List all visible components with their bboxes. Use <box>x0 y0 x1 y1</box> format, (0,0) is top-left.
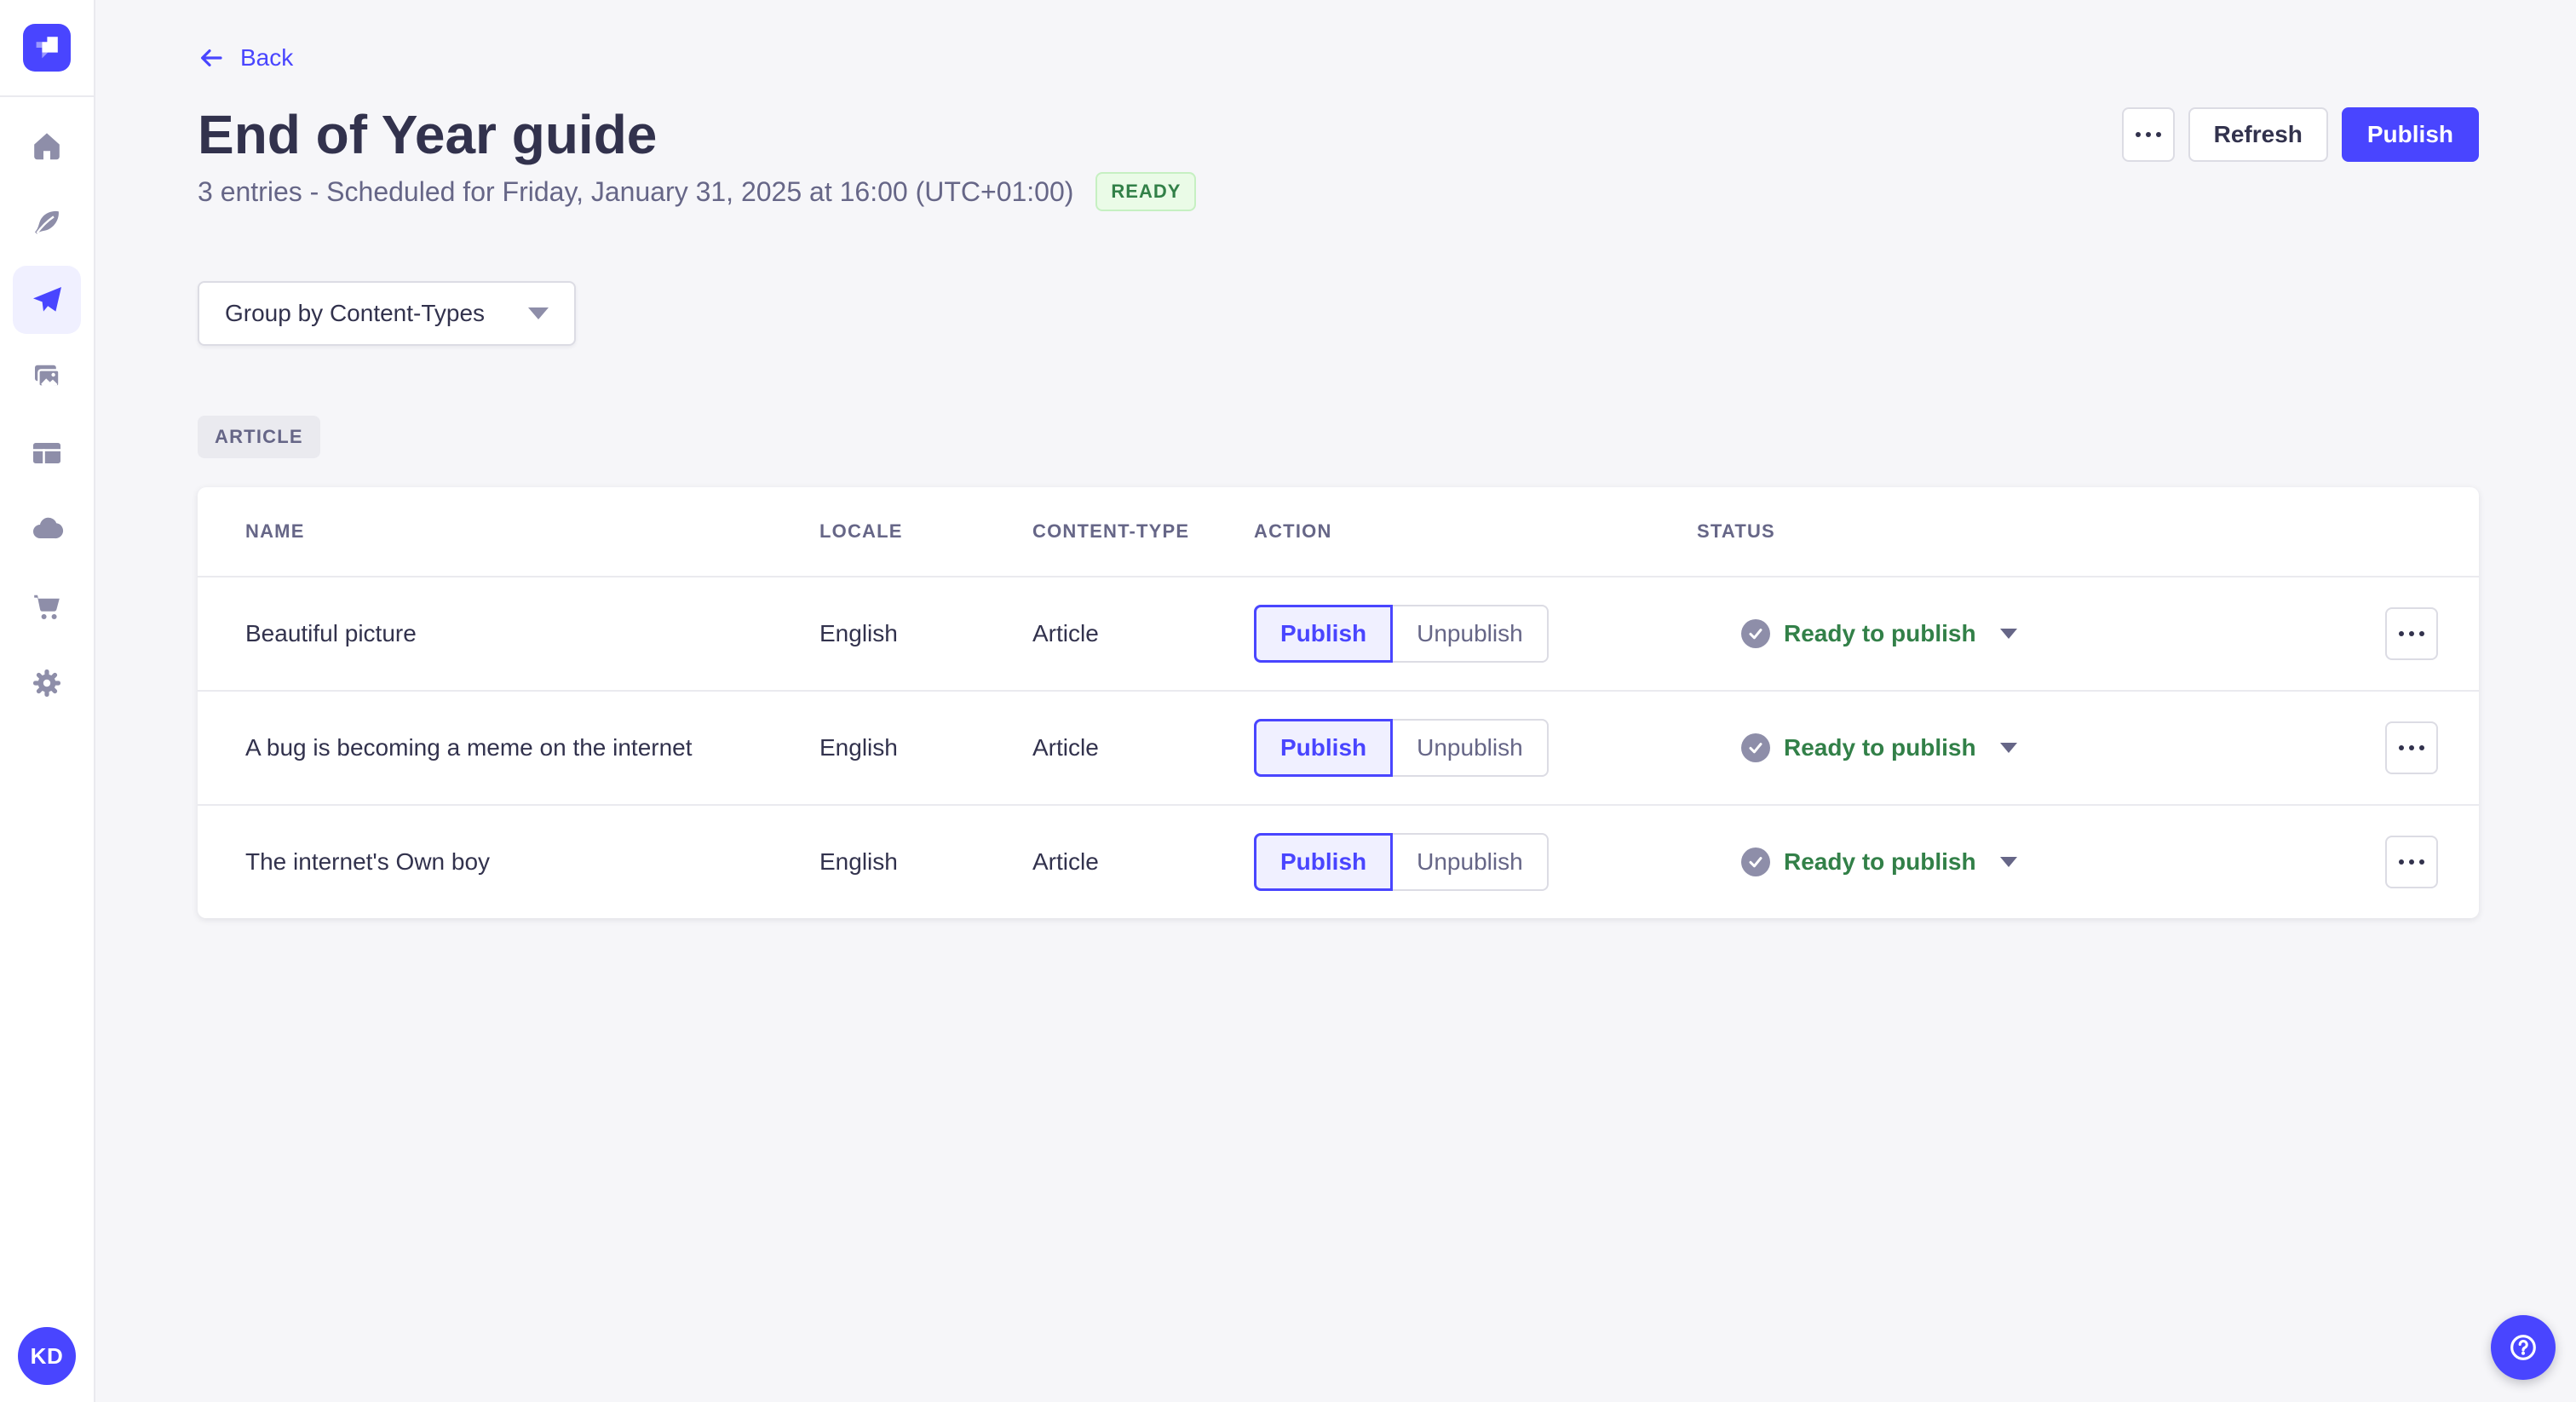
row-unpublish-toggle[interactable]: Unpublish <box>1391 719 1549 777</box>
entries-table: NAME LOCALE CONTENT-TYPE ACTION STATUS B… <box>198 487 2479 918</box>
ellipsis-icon <box>2135 132 2161 137</box>
sidebar-item-settings[interactable] <box>13 649 81 717</box>
table-row: The internet's Own boy English Article P… <box>198 804 2479 918</box>
ellipsis-icon <box>2399 631 2424 636</box>
release-meta: 3 entries - Scheduled for Friday, Januar… <box>198 172 2479 211</box>
cart-icon <box>34 595 60 619</box>
row-unpublish-toggle[interactable]: Unpublish <box>1391 605 1549 663</box>
publish-release-button[interactable]: Publish <box>2341 107 2479 162</box>
ellipsis-icon <box>2399 745 2424 750</box>
name-cell: A bug is becoming a meme on the internet <box>245 734 693 761</box>
media-library-icon <box>35 365 60 388</box>
header-actions: Refresh Publish <box>2121 107 2479 162</box>
check-circle-icon <box>1741 848 1770 876</box>
ellipsis-icon <box>2399 859 2424 865</box>
column-header-action: ACTION <box>1254 520 1332 542</box>
chevron-down-icon <box>1999 743 2017 753</box>
arrow-left-icon <box>201 49 222 66</box>
back-label: Back <box>240 44 294 71</box>
strapi-logo-icon <box>36 37 58 59</box>
table-header-row: NAME LOCALE CONTENT-TYPE ACTION STATUS <box>198 487 2479 576</box>
locale-cell: English <box>819 848 898 875</box>
chevron-down-icon <box>1999 857 2017 867</box>
table-row: Beautiful picture English Article Publis… <box>198 576 2479 690</box>
sidebar-item-cloud[interactable] <box>13 496 81 564</box>
content-type-cell: Article <box>1032 620 1099 646</box>
action-toggle: Publish Unpublish <box>1254 719 1697 777</box>
sidebar-item-media-library[interactable] <box>13 342 81 411</box>
release-subtitle: 3 entries - Scheduled for Friday, Januar… <box>198 175 1074 207</box>
column-header-content-type: CONTENT-TYPE <box>1032 520 1190 542</box>
question-mark-icon <box>2510 1335 2536 1360</box>
page-title: End of Year guide <box>198 104 658 165</box>
table-row: A bug is becoming a meme on the internet… <box>198 690 2479 804</box>
status-dropdown[interactable]: Ready to publish <box>1697 848 2319 876</box>
row-more-button[interactable] <box>2385 721 2438 774</box>
chevron-down-icon <box>1999 629 2017 639</box>
sidebar-nav <box>13 97 81 717</box>
refresh-button[interactable]: Refresh <box>2188 107 2328 162</box>
status-label: Ready to publish <box>1784 734 1976 761</box>
status-dropdown[interactable]: Ready to publish <box>1697 619 2319 648</box>
main-content: Back End of Year guide Refresh Publish 3… <box>95 0 2576 918</box>
sidebar: KD <box>0 0 95 1402</box>
column-header-status: STATUS <box>1697 520 1775 542</box>
content-manager-icon <box>35 210 59 234</box>
content-type-cell: Article <box>1032 848 1099 875</box>
locale-cell: English <box>819 620 898 646</box>
group-by-select[interactable]: Group by Content-Types <box>198 281 576 346</box>
check-circle-icon <box>1741 619 1770 648</box>
name-cell: Beautiful picture <box>245 620 417 646</box>
action-toggle: Publish Unpublish <box>1254 605 1697 663</box>
releases-page: KD Back End of Year guide Refresh Publis… <box>0 0 2576 1402</box>
cloud-icon <box>33 517 64 539</box>
group-by-label: Group by Content-Types <box>225 300 486 326</box>
paper-plane-icon <box>33 287 61 312</box>
status-dropdown[interactable]: Ready to publish <box>1697 733 2319 762</box>
sidebar-item-home[interactable] <box>13 112 81 181</box>
row-more-button[interactable] <box>2385 607 2438 660</box>
name-cell: The internet's Own boy <box>245 848 491 875</box>
check-circle-icon <box>1741 733 1770 762</box>
column-header-locale: LOCALE <box>819 520 903 542</box>
row-publish-toggle[interactable]: Publish <box>1254 833 1394 891</box>
sidebar-item-content-manager[interactable] <box>13 189 81 257</box>
help-button[interactable] <box>2491 1315 2556 1380</box>
back-link[interactable]: Back <box>198 44 293 72</box>
row-more-button[interactable] <box>2385 836 2438 888</box>
home-icon <box>34 133 60 160</box>
sidebar-item-marketplace[interactable] <box>13 572 81 641</box>
content-type-cell: Article <box>1032 734 1099 761</box>
chevron-down-icon <box>528 307 549 319</box>
row-unpublish-toggle[interactable]: Unpublish <box>1391 833 1549 891</box>
user-avatar[interactable]: KD <box>18 1327 76 1385</box>
column-header-name: NAME <box>245 520 305 542</box>
strapi-logo <box>23 24 71 72</box>
status-label: Ready to publish <box>1784 620 1976 646</box>
release-more-button[interactable] <box>2121 107 2175 162</box>
logo-container <box>0 0 94 97</box>
page-header: End of Year guide Refresh Publish <box>198 104 2479 165</box>
sidebar-item-releases[interactable] <box>13 266 81 334</box>
layout-icon <box>33 443 60 463</box>
sidebar-item-content-type-builder[interactable] <box>13 419 81 487</box>
ready-status-badge: READY <box>1095 172 1197 211</box>
locale-cell: English <box>819 734 898 761</box>
action-toggle: Publish Unpublish <box>1254 833 1697 891</box>
gear-icon <box>33 669 60 697</box>
status-label: Ready to publish <box>1784 848 1976 875</box>
row-publish-toggle[interactable]: Publish <box>1254 605 1394 663</box>
content-type-group-tag: ARTICLE <box>198 416 320 458</box>
row-publish-toggle[interactable]: Publish <box>1254 719 1394 777</box>
